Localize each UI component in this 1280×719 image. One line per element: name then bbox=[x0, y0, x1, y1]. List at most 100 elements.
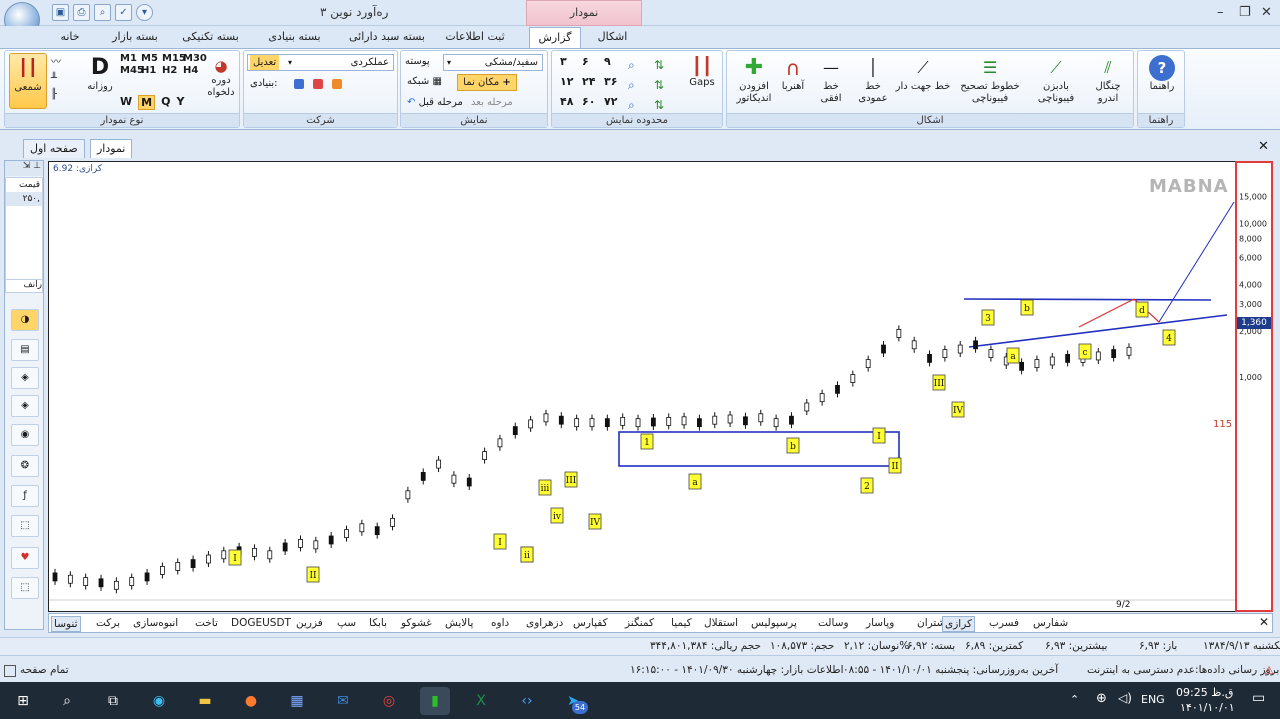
tab-chart[interactable]: نمودار bbox=[90, 139, 133, 158]
tab-shapes[interactable]: اشکال bbox=[590, 27, 635, 48]
tool-6-icon[interactable]: ❂ bbox=[11, 455, 39, 477]
clock-time[interactable]: 09:25 ق.ظ bbox=[1176, 686, 1233, 699]
monthly-button[interactable]: M bbox=[138, 95, 156, 110]
vertical-line-button[interactable]: │ خط عمودی bbox=[855, 55, 891, 105]
tool-5-icon[interactable]: ◉ bbox=[11, 424, 39, 446]
tab-home-page[interactable]: صفحه اول bbox=[23, 139, 85, 158]
close-doc-icon[interactable]: ✕ bbox=[1258, 139, 1269, 154]
h1-button[interactable]: H1 bbox=[141, 65, 162, 76]
rahavard-app-icon[interactable]: ▮ bbox=[420, 687, 450, 715]
chart-area[interactable]: IIIiIiiiiiivIIIIV1ab2IIIIIIIV3abcd4 کراز… bbox=[48, 161, 1236, 612]
symbol-tab[interactable]: فزرین bbox=[294, 616, 325, 632]
windows-start-icon[interactable]: ⊞ bbox=[8, 687, 38, 715]
symbol-tab[interactable]: انبوه‌سازی bbox=[131, 616, 180, 632]
h2-button[interactable]: H2 bbox=[162, 65, 183, 76]
daily-button[interactable]: D روزانه bbox=[83, 55, 117, 93]
range-36[interactable]: ۳۶ bbox=[604, 75, 626, 88]
symbol-tab[interactable]: کمنگنز bbox=[623, 616, 656, 632]
symbol-tab[interactable]: سپ bbox=[335, 616, 358, 632]
m15-button[interactable]: M15 bbox=[162, 53, 186, 64]
symbol-tab-active[interactable]: کرازی bbox=[942, 616, 975, 632]
h4-button[interactable]: H4 bbox=[183, 65, 204, 76]
line-chart-icons[interactable]: 〰 ╨ ╟ bbox=[51, 55, 61, 103]
range-3[interactable]: ۳ bbox=[560, 55, 582, 68]
symbol-tab[interactable]: شفارس bbox=[1031, 616, 1070, 632]
minimize-button[interactable]: – bbox=[1217, 5, 1224, 20]
add-indicator-button[interactable]: ✚ افزودن اندیکاتور bbox=[729, 55, 779, 105]
next-step-button[interactable]: مرحله بعد bbox=[471, 97, 513, 108]
symbol-tab[interactable]: استقلال bbox=[702, 616, 740, 632]
symbol-tab[interactable]: کفپارس bbox=[571, 616, 610, 632]
tab-market[interactable]: بسته بازار bbox=[100, 27, 170, 48]
fibonacci-retracement-button[interactable]: ☰ خطوط تصحیح فیبوناچی bbox=[955, 55, 1025, 105]
volume-icon[interactable]: ◁) bbox=[1118, 691, 1132, 705]
firefox-icon[interactable]: ● bbox=[236, 687, 266, 715]
symbol-tab[interactable]: DOGEUSDT bbox=[229, 616, 293, 632]
tab-technical[interactable]: بسته تکنیکی bbox=[178, 27, 243, 48]
symbol-tab[interactable]: کیمیا bbox=[669, 616, 694, 632]
vscode-icon[interactable]: ‹› bbox=[512, 687, 542, 715]
range-12[interactable]: ۱۲ bbox=[560, 75, 582, 88]
clock-date[interactable]: ۱۴۰۱/۱۰/۰۱ bbox=[1180, 701, 1235, 714]
tray-chevron-icon[interactable]: ⌃ bbox=[1070, 693, 1079, 706]
custom-period-button[interactable]: ◕ دوره دلخواه bbox=[205, 57, 237, 99]
heart-icon[interactable]: ♥ bbox=[11, 547, 39, 569]
symbol-tab[interactable]: داوه bbox=[489, 616, 511, 632]
range-60[interactable]: ۶۰ bbox=[582, 95, 604, 108]
y-axis[interactable]: 15,000 10,000 8,000 6,000 4,000 3,000 2,000 1,0… bbox=[1235, 161, 1273, 612]
candle-chart-button[interactable]: ┃┃ شمعی bbox=[9, 53, 47, 109]
language-indicator[interactable]: ENG bbox=[1141, 693, 1165, 706]
store-icon[interactable]: ▦ bbox=[282, 687, 312, 715]
tool-7-icon[interactable]: ƒ bbox=[11, 485, 39, 507]
help-button[interactable]: ? راهنما bbox=[1144, 55, 1180, 93]
symbol-tab[interactable]: تاخت bbox=[193, 616, 220, 632]
tool-3-icon[interactable]: ◈ bbox=[11, 367, 39, 389]
range-6[interactable]: ۶ bbox=[582, 55, 604, 68]
notification-icon[interactable]: ▭ bbox=[1252, 690, 1265, 706]
symbol-tab[interactable]: ثنوسا bbox=[51, 616, 81, 632]
search-icon[interactable]: ⌕ bbox=[52, 687, 82, 715]
m30-button[interactable]: M30 bbox=[183, 53, 207, 64]
range-72[interactable]: ۷۲ bbox=[604, 95, 626, 108]
full-page-icon[interactable] bbox=[4, 665, 16, 677]
tab-home[interactable]: خانه bbox=[55, 27, 85, 48]
symbol-tab[interactable]: دزهراوی bbox=[524, 616, 565, 632]
symbol-tab[interactable]: پرسپولیس bbox=[749, 616, 799, 632]
excel-icon[interactable]: X bbox=[466, 687, 496, 715]
cursor-button[interactable]: مکان نما + bbox=[457, 74, 517, 91]
symbol-tab[interactable]: فسرب bbox=[987, 616, 1021, 632]
weekly-button[interactable]: W bbox=[120, 95, 132, 110]
tab-fundamental[interactable]: بسته بنیادی bbox=[262, 27, 327, 48]
tab-data-entry[interactable]: ثبت اطلاعات bbox=[445, 27, 505, 48]
blue-square-icon[interactable] bbox=[294, 79, 304, 89]
range-48[interactable]: ۴۸ bbox=[560, 95, 582, 108]
horizontal-line-button[interactable]: — خط افقی bbox=[815, 55, 847, 105]
tool-4-icon[interactable]: ◈ bbox=[11, 395, 39, 417]
file-explorer-icon[interactable]: ▬ bbox=[190, 687, 220, 715]
full-page-button[interactable]: تمام صفحه bbox=[20, 664, 69, 676]
print-icon[interactable]: ⎙ bbox=[73, 4, 90, 21]
tool-1-icon[interactable]: ◑ bbox=[11, 309, 39, 331]
m5-button[interactable]: M5 bbox=[141, 53, 162, 64]
grid-button[interactable]: شبکه ▦ bbox=[407, 76, 442, 87]
symbol-tab[interactable]: وپاسار bbox=[864, 616, 896, 632]
range-9[interactable]: ۹ bbox=[604, 55, 626, 68]
pin-icon[interactable]: ⇲ ⊥ bbox=[5, 161, 43, 176]
andrews-pitchfork-button[interactable]: ⫽ چنگال اندرو bbox=[1085, 55, 1131, 105]
chart-scroll-icons[interactable]: ⇅ ⇅ ⇅ bbox=[654, 55, 664, 115]
magnet-button[interactable]: ∩ آهنربا bbox=[779, 55, 807, 93]
network-icon[interactable]: ⊕ bbox=[1096, 691, 1107, 706]
tool-8-icon[interactable]: ⬚ bbox=[11, 515, 39, 537]
prev-step-button[interactable]: ↶ مرحله قبل bbox=[407, 97, 463, 108]
tool-10-icon[interactable]: ⬚ bbox=[11, 577, 39, 599]
quarterly-button[interactable]: Q bbox=[161, 95, 170, 110]
edge-icon[interactable]: ◉ bbox=[144, 687, 174, 715]
symbol-tab[interactable]: غشوکو bbox=[399, 616, 434, 632]
tool-2-icon[interactable]: ▤ bbox=[11, 339, 39, 361]
range-24[interactable]: ۲۴ bbox=[582, 75, 604, 88]
dropdown-icon[interactable]: ▾ bbox=[136, 4, 153, 21]
print-preview-icon[interactable]: ⌕ bbox=[94, 4, 111, 21]
restore-button[interactable]: ❐ bbox=[1239, 5, 1251, 20]
symbol-tab[interactable]: برکت bbox=[94, 616, 122, 632]
check-icon[interactable]: ✓ bbox=[115, 4, 132, 21]
